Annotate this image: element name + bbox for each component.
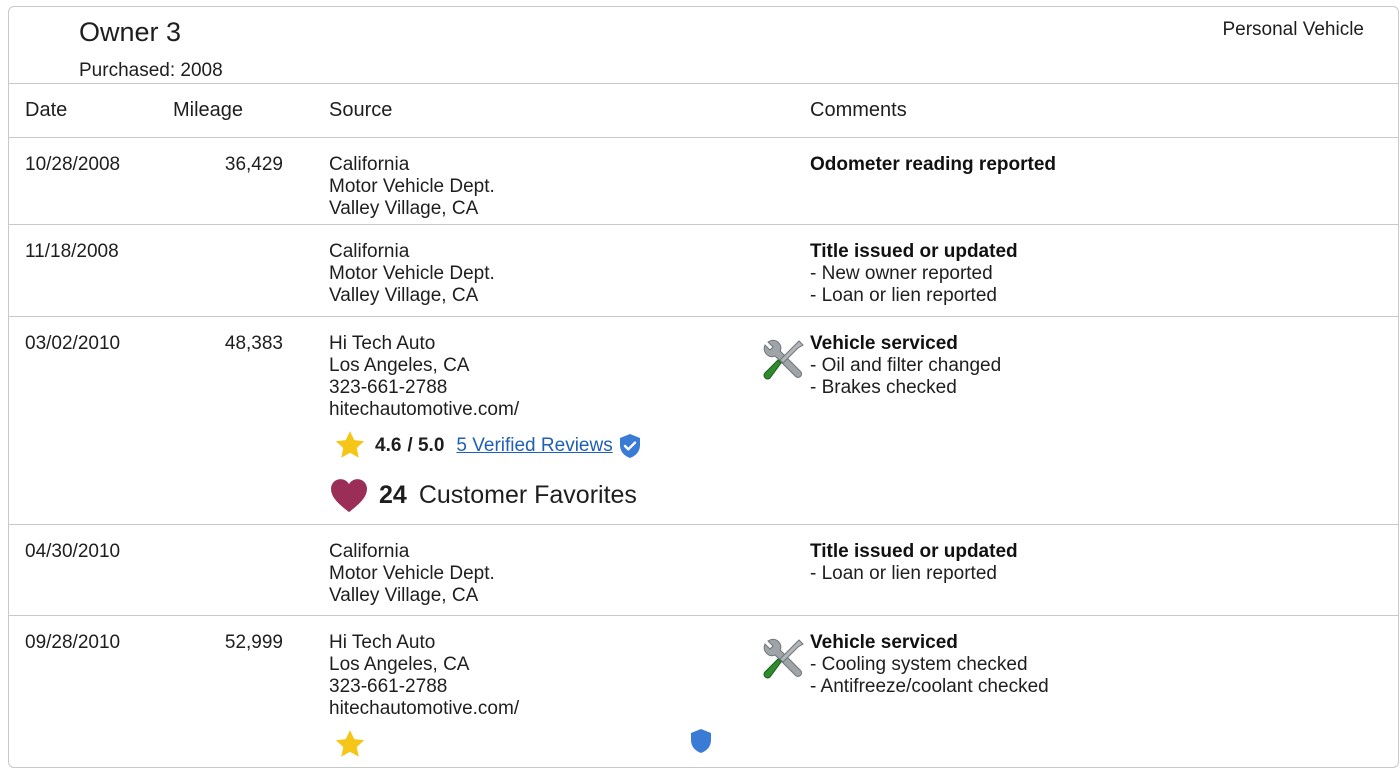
vehicle-type: Personal Vehicle	[1222, 19, 1364, 40]
table-row: 03/02/2010 48,383 Hi Tech Auto Los Angel…	[9, 317, 1398, 525]
wrench-screwdriver-icon	[763, 638, 804, 679]
row-mileage: 52,999	[224, 632, 283, 653]
source-line: California	[329, 154, 410, 175]
star-icon	[335, 431, 365, 458]
star-icon	[335, 730, 365, 757]
source-line: California	[329, 241, 410, 262]
purchased-year: Purchased: 2008	[79, 60, 223, 81]
row-comments: Title issued or updated - Loan or lien r…	[810, 541, 1018, 585]
wrench-screwdriver-icon	[763, 339, 804, 380]
row-source: California Motor Vehicle Dept. Valley Vi…	[329, 241, 495, 307]
shop-phone: 323-661-2788	[329, 377, 448, 398]
comment-line: - Oil and filter changed	[810, 355, 1002, 376]
source-line: Valley Village, CA	[329, 198, 479, 219]
shop-name: Hi Tech Auto	[329, 632, 436, 653]
favorites-label: Customer Favorites	[418, 481, 637, 509]
comment-heading: Odometer reading reported	[810, 154, 1056, 175]
shop-location: Los Angeles, CA	[329, 355, 470, 376]
comment-line: - Loan or lien reported	[810, 563, 997, 584]
owner-title: Owner 3	[79, 17, 182, 47]
row-source: Hi Tech Auto Los Angeles, CA 323-661-278…	[329, 333, 519, 421]
row-date: 09/28/2010	[25, 632, 121, 653]
row-mileage: 48,383	[224, 333, 283, 354]
comment-line: - Antifreeze/coolant checked	[810, 676, 1049, 697]
shop-location: Los Angeles, CA	[329, 654, 470, 675]
shop-website: hitechautomotive.com/	[329, 399, 520, 420]
table-row: 04/30/2010 California Motor Vehicle Dept…	[9, 525, 1398, 616]
source-line: Motor Vehicle Dept.	[329, 263, 495, 284]
table-row: 10/28/2008 36,429 California Motor Vehic…	[9, 138, 1398, 225]
row-date: 03/02/2010	[25, 333, 121, 354]
shop-website: hitechautomotive.com/	[329, 698, 520, 719]
row-mileage: 36,429	[224, 154, 283, 175]
customer-favorites: 24 Customer Favorites	[329, 477, 637, 513]
favorites-count: 24	[379, 481, 407, 509]
row-source: California Motor Vehicle Dept. Valley Vi…	[329, 541, 495, 607]
comment-line: - Cooling system checked	[810, 654, 1028, 675]
comment-line: - Loan or lien reported	[810, 285, 997, 306]
table-row: 09/28/2010 52,999 Hi Tech Auto Los Angel…	[9, 616, 1398, 766]
row-date: 10/28/2008	[25, 154, 121, 175]
owner-header: Owner 3 Purchased: 2008 Personal Vehicle	[9, 7, 1398, 84]
source-line: Valley Village, CA	[329, 285, 479, 306]
source-line: Valley Village, CA	[329, 585, 479, 606]
row-source: Hi Tech Auto Los Angeles, CA 323-661-278…	[329, 632, 519, 720]
row-comments: Vehicle serviced - Cooling system checke…	[810, 632, 1049, 698]
verified-reviews-link[interactable]: 5 Verified Reviews	[456, 435, 612, 457]
history-table-header: Date Mileage Source Comments	[9, 84, 1398, 138]
comment-line: - Brakes checked	[810, 377, 957, 398]
column-comments: Comments	[810, 99, 907, 121]
heart-icon	[331, 479, 367, 513]
source-line: Motor Vehicle Dept.	[329, 176, 495, 197]
column-mileage: Mileage	[173, 99, 244, 121]
row-date: 04/30/2010	[25, 541, 121, 562]
row-date: 11/18/2008	[25, 241, 119, 262]
comment-heading: Title issued or updated	[810, 241, 1018, 262]
source-line: Motor Vehicle Dept.	[329, 563, 495, 584]
comment-heading: Vehicle serviced	[810, 333, 958, 354]
verified-shield-icon	[619, 433, 640, 458]
verified-shield-icon	[691, 729, 711, 753]
column-date: Date	[25, 99, 68, 121]
shop-rating: 4.6 / 5.0 5 Verified Reviews	[333, 429, 642, 462]
shop-name: Hi Tech Auto	[329, 333, 436, 354]
owner-card: Owner 3 Purchased: 2008 Personal Vehicle…	[8, 6, 1399, 768]
row-source: California Motor Vehicle Dept. Valley Vi…	[329, 154, 495, 220]
column-source: Source	[329, 99, 393, 121]
shop-phone: 323-661-2788	[329, 676, 448, 697]
comment-line: - New owner reported	[810, 263, 993, 284]
comment-heading: Vehicle serviced	[810, 632, 958, 653]
comment-heading: Title issued or updated	[810, 541, 1018, 562]
source-line: California	[329, 541, 410, 562]
table-row: 11/18/2008 California Motor Vehicle Dept…	[9, 225, 1398, 317]
row-comments: Vehicle serviced - Oil and filter change…	[810, 333, 1001, 399]
rating-score: 4.6	[375, 434, 402, 456]
rating-max: / 5.0	[407, 434, 445, 456]
row-comments: Odometer reading reported	[810, 154, 1056, 176]
row-comments: Title issued or updated - New owner repo…	[810, 241, 1018, 307]
